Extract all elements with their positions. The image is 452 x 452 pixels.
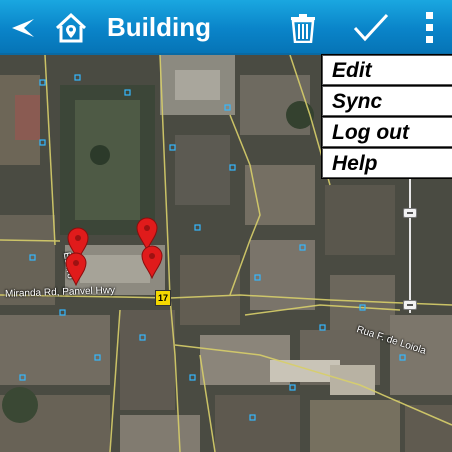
delete-button[interactable]	[285, 0, 321, 55]
location-marker[interactable]	[65, 252, 87, 286]
back-arrow-icon	[12, 18, 34, 37]
page-title: Building	[107, 12, 211, 42]
menu-item-help[interactable]: Help	[322, 148, 452, 178]
overflow-menu-button[interactable]	[418, 0, 442, 55]
back-button[interactable]	[6, 0, 40, 55]
vertical-dots-icon	[426, 11, 433, 43]
zoom-out-handle[interactable]	[403, 300, 417, 310]
home-location-icon	[55, 12, 87, 42]
checkmark-icon	[353, 13, 389, 41]
menu-item-logout[interactable]: Log out	[322, 117, 452, 147]
overflow-menu: Edit Sync Log out Help	[321, 54, 452, 179]
location-marker[interactable]	[141, 245, 163, 279]
menu-item-edit[interactable]: Edit	[322, 55, 452, 85]
trash-icon	[291, 13, 315, 43]
zoom-track	[409, 178, 411, 313]
confirm-button[interactable]	[350, 0, 392, 55]
zoom-in-handle[interactable]	[403, 208, 417, 218]
home-button[interactable]	[50, 0, 92, 55]
highway-shield: 17	[155, 290, 171, 306]
zoom-slider[interactable]	[403, 178, 417, 313]
action-bar: Building	[0, 0, 452, 55]
menu-item-sync[interactable]: Sync	[322, 86, 452, 116]
